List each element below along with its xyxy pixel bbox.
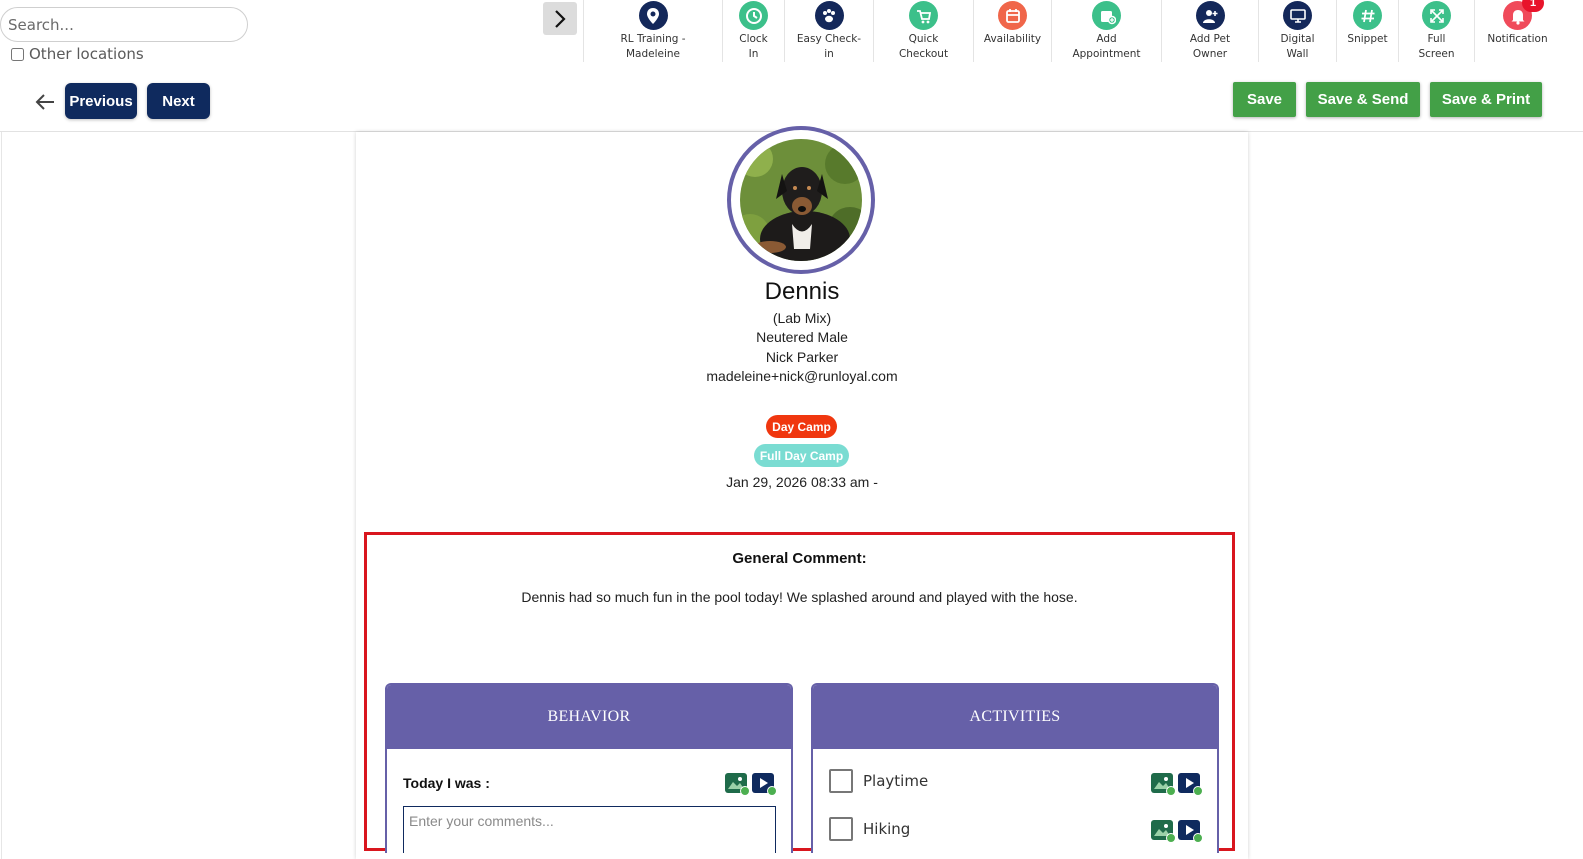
tool-digital-wall[interactable]: Digital Wall <box>1258 0 1336 62</box>
other-locations-label: Other locations <box>29 45 144 63</box>
activity-label: Hiking <box>863 820 911 838</box>
tool-notification[interactable]: 1 Notification <box>1474 0 1560 62</box>
tool-label: Notification <box>1487 33 1548 45</box>
monitor-icon <box>1283 1 1312 30</box>
service-type-badge: Full Day Camp <box>754 444 849 467</box>
upload-photo-icon[interactable] <box>725 773 750 796</box>
tool-label: Snippet <box>1347 33 1388 45</box>
activity-item-hiking[interactable]: Hiking <box>829 817 910 841</box>
tool-add-pet-owner[interactable]: Add Pet Owner <box>1161 0 1258 62</box>
hashtag-icon <box>1353 1 1382 30</box>
save-and-send-button[interactable]: Save & Send <box>1306 82 1420 117</box>
behavior-prompt: Today I was : <box>403 775 490 791</box>
tool-label: Full Screen <box>1418 33 1455 60</box>
next-button[interactable]: Next <box>147 83 210 119</box>
tool-quick-checkout[interactable]: Quick Checkout <box>873 0 973 62</box>
quick-toolbar: RL Training - Madeleine Clock In Easy Ch… <box>583 0 1560 62</box>
service-badge: Day Camp <box>766 415 837 438</box>
behavior-panel: BEHAVIOR Today I was : <box>385 683 793 853</box>
activity-item-playtime[interactable]: Playtime <box>829 769 928 793</box>
tool-label: Availability <box>983 33 1042 45</box>
fullscreen-icon <box>1422 1 1451 30</box>
tool-full-screen[interactable]: Full Screen <box>1398 0 1474 62</box>
activity-label: Playtime <box>863 772 929 790</box>
other-locations-filter[interactable]: Other locations <box>11 45 144 63</box>
tool-add-appointment[interactable]: Add Appointment <box>1051 0 1161 62</box>
paw-icon <box>814 1 844 30</box>
tool-label: Clock In <box>739 33 768 60</box>
owner-email: madeleine+nick@runloyal.com <box>706 368 898 384</box>
tool-label: Quick Checkout <box>898 33 949 60</box>
upload-video-icon[interactable] <box>752 773 777 796</box>
toolbar-toggle-button[interactable] <box>543 2 577 35</box>
pet-breed: (Lab Mix) <box>772 310 832 326</box>
report-section: General Comment: Dennis had so much fun … <box>364 532 1235 853</box>
other-locations-checkbox[interactable] <box>11 47 24 61</box>
tool-rl-training[interactable]: RL Training - Madeleine <box>583 0 722 62</box>
general-comment-text: Dennis had so much fun in the pool today… <box>521 589 1078 605</box>
playtime-media-icons <box>1151 773 1203 796</box>
notification-count-badge: 1 <box>1522 0 1544 12</box>
location-pin-icon <box>638 1 668 30</box>
action-bar: Previous Next Save Save & Send Save & Pr… <box>0 72 1583 132</box>
report-card: Dennis (Lab Mix) Neutered Male Nick Park… <box>356 126 1248 859</box>
upload-photo-icon[interactable] <box>1151 820 1176 843</box>
owner-name: Nick Parker <box>765 349 839 365</box>
search-input[interactable] <box>0 7 248 42</box>
pet-name: Dennis <box>764 278 840 305</box>
general-comment-title: General Comment: <box>732 550 867 567</box>
tool-label: Add Appointment <box>1072 33 1141 60</box>
calendar-icon <box>998 1 1027 30</box>
behavior-media-icons <box>725 773 777 796</box>
upload-video-icon[interactable] <box>1178 820 1203 843</box>
previous-button[interactable]: Previous <box>65 83 137 119</box>
appointment-date: Jan 29, 2026 08:33 am - <box>726 474 878 490</box>
activities-title: ACTIVITIES <box>813 685 1217 749</box>
save-and-print-button[interactable]: Save & Print <box>1430 82 1542 117</box>
tool-clock-in[interactable]: Clock In <box>722 0 784 62</box>
cart-icon <box>909 1 938 30</box>
tool-easy-check-in[interactable]: Easy Check- in <box>784 0 873 62</box>
behavior-comment-input[interactable] <box>403 806 776 853</box>
tool-label: Easy Check- in <box>796 33 862 60</box>
back-arrow-icon[interactable] <box>34 92 56 112</box>
pet-sex: Neutered Male <box>756 329 848 345</box>
activity-checkbox[interactable] <box>829 817 853 841</box>
add-user-icon <box>1195 1 1225 30</box>
bell-icon: 1 <box>1503 0 1544 30</box>
behavior-title: BEHAVIOR <box>387 685 791 749</box>
clock-icon <box>739 1 768 30</box>
activity-checkbox[interactable] <box>829 769 853 793</box>
pet-avatar <box>727 126 875 274</box>
upload-photo-icon[interactable] <box>1151 773 1176 796</box>
tool-label: Add Pet Owner <box>1189 33 1231 60</box>
tool-availability[interactable]: Availability <box>973 0 1051 62</box>
page-divider <box>1 132 2 859</box>
chevron-right-icon <box>555 9 566 28</box>
activities-panel: ACTIVITIES Playtime Hiking <box>811 683 1219 853</box>
tool-snippet[interactable]: Snippet <box>1336 0 1398 62</box>
hiking-media-icons <box>1151 820 1203 843</box>
tool-label: RL Training - Madeleine <box>620 33 686 60</box>
upload-video-icon[interactable] <box>1178 773 1203 796</box>
save-button[interactable]: Save <box>1233 82 1296 117</box>
add-appointment-icon <box>1092 1 1121 30</box>
tool-label: Digital Wall <box>1280 33 1315 60</box>
top-bar: Other locations RL Training - Madeleine … <box>0 0 1583 72</box>
